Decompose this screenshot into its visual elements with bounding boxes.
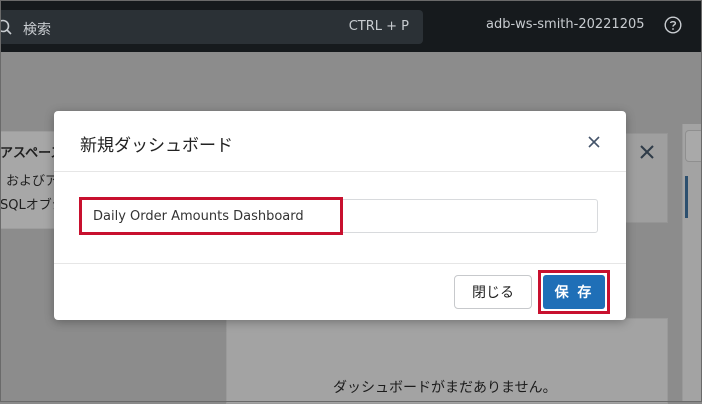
search-icon <box>0 19 12 35</box>
workspace-card: アスペース およびア SQLオブジ <box>0 131 65 229</box>
info-banner <box>620 133 668 223</box>
panel-tab[interactable] <box>685 130 702 162</box>
dashboard-list-panel: ダッシュボードがまだありません。 <box>226 318 668 404</box>
close-icon[interactable] <box>584 132 604 152</box>
top-bar: 検索 CTRL + P adb-ws-smith-20221205 <box>0 0 702 52</box>
search-placeholder: 検索 <box>23 22 51 38</box>
divider <box>54 263 626 264</box>
dashboard-name-input[interactable] <box>80 199 598 233</box>
right-panel <box>682 124 702 402</box>
search-shortcut: CTRL + P <box>348 19 409 34</box>
divider <box>54 171 626 172</box>
card-line: およびア <box>6 174 59 189</box>
save-button[interactable]: 保 存 <box>543 275 605 309</box>
help-icon[interactable] <box>664 16 682 34</box>
close-button[interactable]: 閉じる <box>454 275 532 309</box>
active-indicator <box>685 176 688 218</box>
empty-message: ダッシュボードがまだありません。 <box>333 380 557 396</box>
new-dashboard-dialog: 新規ダッシュボード 閉じる 保 存 <box>54 111 626 320</box>
dialog-title: 新規ダッシュボード <box>80 136 233 156</box>
search-bar[interactable]: 検索 CTRL + P <box>0 10 423 44</box>
close-icon[interactable] <box>639 144 655 160</box>
username[interactable]: adb-ws-smith-20221205 <box>486 17 645 32</box>
